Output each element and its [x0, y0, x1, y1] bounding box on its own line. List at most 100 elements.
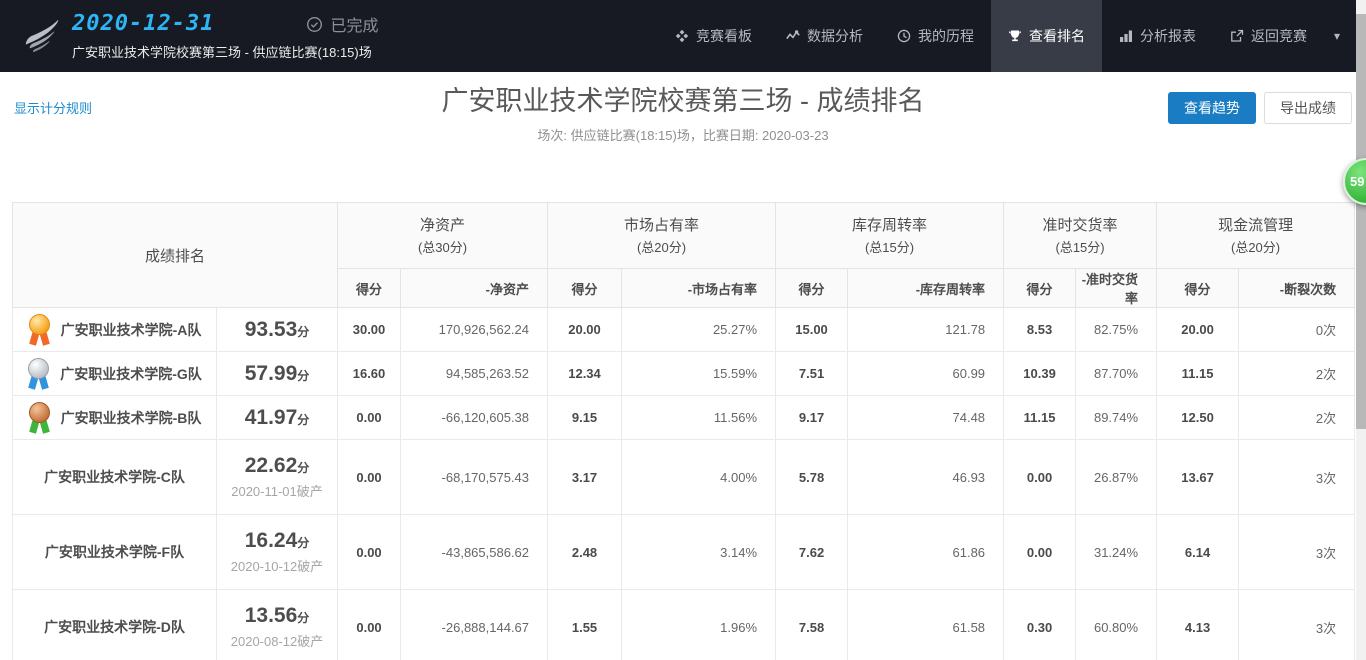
gold-medal-icon — [28, 314, 51, 345]
nav-menu: 竞赛看板数据分析我的历程查看排名 分析报表 返回竞赛 — [658, 0, 1324, 72]
ref-value-cell: -66,120,605.38 — [401, 396, 548, 440]
ref-value-cell: 60.99 — [848, 352, 1004, 396]
table-row: 广安职业技术学院-B队41.97分0.00-66,120,605.389.151… — [13, 396, 1355, 440]
score-subheader: 得分 — [338, 269, 401, 308]
score-value-cell: 15.00 — [776, 308, 848, 352]
score-value-cell: 20.00 — [1157, 308, 1239, 352]
nav-item-my-history[interactable]: 我的历程 — [880, 0, 991, 72]
nav-item-data-analysis[interactable]: 数据分析 — [769, 0, 880, 72]
ref-value-cell: 31.24% — [1076, 515, 1157, 590]
team-name-cell: 广安职业技术学院-B队 — [13, 396, 217, 440]
team-name: 广安职业技术学院-D队 — [44, 617, 185, 637]
ref-value-cell: 15.59% — [622, 352, 776, 396]
ref-value-cell: 3次 — [1239, 440, 1355, 515]
bankrupt-date: 2020-10-12破产 — [217, 556, 337, 575]
ref-value-cell: 94,585,263.52 — [401, 352, 548, 396]
team-name: 广安职业技术学院-C队 — [44, 467, 185, 487]
bar-chart-icon — [1119, 29, 1133, 43]
team-name-cell: 广安职业技术学院-D队 — [13, 590, 217, 660]
app-logo-icon — [22, 15, 64, 57]
vertical-scrollbar[interactable] — [1356, 0, 1366, 660]
ref-value-cell: 25.27% — [622, 308, 776, 352]
score-value-cell: 6.14 — [1157, 515, 1239, 590]
nav-item-competition-board[interactable]: 竞赛看板 — [658, 0, 769, 72]
score-value-cell: 0.30 — [1004, 590, 1076, 660]
show-scoring-rules-link[interactable]: 显示计分规则 — [14, 98, 92, 117]
team-name: 广安职业技术学院-A队 — [61, 320, 202, 340]
score-value-cell: 4.13 — [1157, 590, 1239, 660]
rank-header: 成绩排名 — [13, 203, 338, 308]
ref-value-cell: -68,170,575.43 — [401, 440, 548, 515]
export-scores-button[interactable]: 导出成绩 — [1264, 92, 1352, 124]
team-name-cell: 广安职业技术学院-G队 — [13, 352, 217, 396]
navbar-left-text: 2020-12-31 已完成 广安职业技术学院校赛第三场 - 供应链比赛(18:… — [72, 11, 378, 61]
ref-value-cell: 3次 — [1239, 515, 1355, 590]
score-subheader: 得分 — [776, 269, 848, 308]
ref-value-cell: 11.56% — [622, 396, 776, 440]
total-score-cell: 93.53分 — [217, 308, 338, 352]
ref-value-cell: 2次 — [1239, 352, 1355, 396]
score-subheader: 得分 — [1157, 269, 1239, 308]
score-value-cell: 0.00 — [338, 515, 401, 590]
scrollbar-thumb[interactable] — [1356, 14, 1366, 429]
history-icon — [897, 29, 911, 43]
total-score-cell: 16.24分2020-10-12破产 — [217, 515, 338, 590]
top-navbar: 2020-12-31 已完成 广安职业技术学院校赛第三场 - 供应链比赛(18:… — [0, 0, 1366, 72]
score-subheader: 得分 — [548, 269, 622, 308]
total-score-cell: 13.56分2020-08-12破产 — [217, 590, 338, 660]
nav-item-label: 返回竞赛 — [1251, 26, 1307, 46]
score-value-cell: 7.58 — [776, 590, 848, 660]
header-buttons: 查看趋势 导出成绩 — [1168, 92, 1352, 124]
nav-item-view-ranking[interactable]: 查看排名 — [991, 0, 1102, 72]
group-header: 现金流管理(总20分) — [1157, 203, 1355, 269]
ranking-table-wrap: 成绩排名净资产(总30分)市场占有率(总20分)库存周转率(总15分)准时交货率… — [12, 202, 1354, 660]
ref-value-cell: 2次 — [1239, 396, 1355, 440]
ref-value-cell: 170,926,562.24 — [401, 308, 548, 352]
ref-value-cell: 87.70% — [1076, 352, 1157, 396]
bankrupt-date: 2020-11-01破产 — [217, 481, 337, 500]
page-title: 广安职业技术学院校赛第三场 - 成绩排名 — [0, 72, 1366, 118]
team-name-cell: 广安职业技术学院-C队 — [13, 440, 217, 515]
score-value-cell: 9.17 — [776, 396, 848, 440]
group-header: 库存周转率(总15分) — [776, 203, 1004, 269]
check-circle-icon — [306, 16, 323, 33]
status-label: 已完成 — [330, 12, 378, 36]
silver-medal-icon — [27, 358, 50, 389]
ref-value-cell: 3次 — [1239, 590, 1355, 660]
contact-badge-number: 59 — [1350, 174, 1364, 189]
team-name: 广安职业技术学院-B队 — [61, 408, 202, 428]
score-value-cell: 30.00 — [338, 308, 401, 352]
group-header: 净资产(总30分) — [338, 203, 548, 269]
score-value-cell: 16.60 — [338, 352, 401, 396]
nav-item-return-competition[interactable]: 返回竞赛 — [1213, 0, 1324, 72]
value-subheader: -净资产 — [401, 269, 548, 308]
nav-item-label: 分析报表 — [1140, 26, 1196, 46]
ref-value-cell: 74.48 — [848, 396, 1004, 440]
view-trend-button[interactable]: 查看趋势 — [1168, 92, 1256, 124]
score-value-cell: 0.00 — [338, 590, 401, 660]
navbar-left: 2020-12-31 已完成 广安职业技术学院校赛第三场 - 供应链比赛(18:… — [0, 0, 378, 72]
page-header: 显示计分规则 广安职业技术学院校赛第三场 - 成绩排名 场次: 供应链比赛(18… — [0, 72, 1366, 172]
score-value-cell: 2.48 — [548, 515, 622, 590]
pulse-icon — [786, 29, 800, 43]
external-link-icon — [1230, 29, 1244, 43]
table-row: 广安职业技术学院-G队57.99分16.6094,585,263.5212.34… — [13, 352, 1355, 396]
score-value-cell: 10.39 — [1004, 352, 1076, 396]
ref-value-cell: 82.75% — [1076, 308, 1157, 352]
score-value-cell: 3.17 — [548, 440, 622, 515]
table-row: 广安职业技术学院-F队16.24分2020-10-12破产0.00-43,865… — [13, 515, 1355, 590]
score-subheader: 得分 — [1004, 269, 1076, 308]
ref-value-cell: 0次 — [1239, 308, 1355, 352]
team-name-cell: 广安职业技术学院-F队 — [13, 515, 217, 590]
team-name: 广安职业技术学院-G队 — [60, 364, 202, 384]
team-name-cell: 广安职业技术学院-A队 — [13, 308, 217, 352]
ref-value-cell: 1.96% — [622, 590, 776, 660]
ref-value-cell: -26,888,144.67 — [401, 590, 548, 660]
score-value-cell: 12.50 — [1157, 396, 1239, 440]
score-value-cell: 11.15 — [1157, 352, 1239, 396]
ref-value-cell: 60.80% — [1076, 590, 1157, 660]
nav-item-label: 竞赛看板 — [696, 26, 752, 46]
table-row: 广安职业技术学院-C队22.62分2020-11-01破产0.00-68,170… — [13, 440, 1355, 515]
trophy-icon — [1008, 29, 1022, 43]
nav-item-analysis-report[interactable]: 分析报表 — [1102, 0, 1213, 72]
